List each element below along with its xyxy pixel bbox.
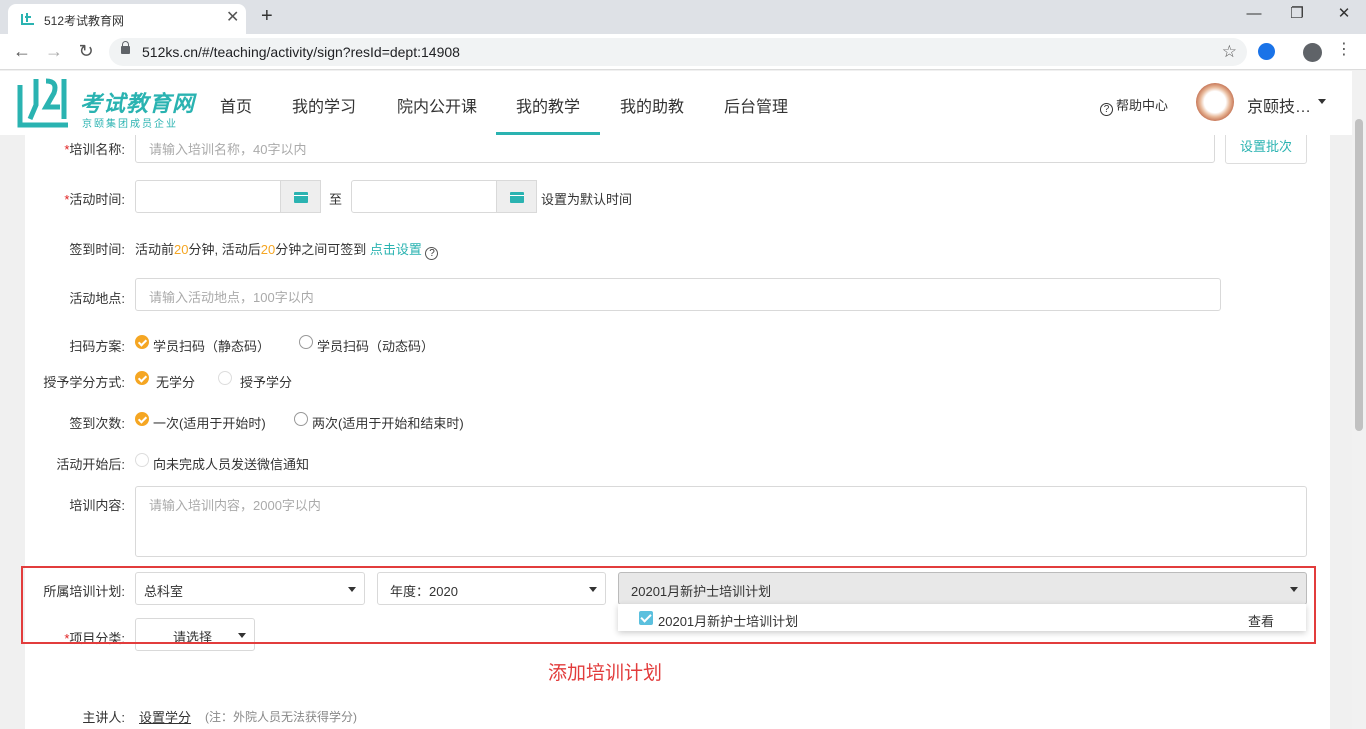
end-calendar-button[interactable] (497, 180, 537, 213)
location-label: 活动地点: (69, 291, 125, 306)
caret-down-icon (589, 587, 597, 592)
chevron-down-icon[interactable] (1318, 99, 1326, 104)
nav-admin[interactable]: 后台管理 (724, 93, 788, 117)
calendar-icon (294, 192, 308, 203)
sign-once-label: 一次(适用于开始时) (153, 416, 266, 431)
no-credit-label: 无学分 (156, 375, 196, 390)
back-icon[interactable]: ← (12, 41, 32, 61)
set-credit-link[interactable]: 设置学分 (139, 707, 191, 726)
after-start-label: 活动开始后: (56, 457, 125, 472)
nav-my-assistant[interactable]: 我的助教 (620, 93, 684, 117)
content-label: 培训内容: (69, 498, 125, 513)
page-scrollbar[interactable] (1352, 71, 1366, 729)
project-label: *项目分类: (64, 631, 125, 646)
maximize-icon[interactable]: ❐ (1287, 5, 1307, 23)
sign-twice-radio[interactable] (294, 412, 308, 426)
browser-tab-bar: 512考试教育网 ✕ + — ❐ ✕ (0, 0, 1366, 34)
tab-title: 512考试教育网 (44, 14, 125, 28)
sign-twice-label: 两次(适用于开始和结束时) (312, 416, 464, 431)
site-favicon-icon (21, 13, 34, 25)
dept-select[interactable]: 总科室 (135, 572, 365, 605)
sign-time-label: 签到时间: (69, 242, 125, 257)
scan-label: 扫码方案: (69, 339, 125, 354)
logo-icon (17, 78, 68, 128)
content-textarea[interactable]: 请输入培训内容，2000字以内 (135, 486, 1307, 557)
speaker-label: 主讲人: (82, 710, 125, 725)
scan-dynamic-label: 学员扫码（动态码） (317, 339, 435, 354)
sign-time-text: 活动前20分钟, 活动后20分钟之间可签到 点击设置 ? (135, 239, 441, 260)
plan-dropdown: 20201月新护士培训计划 查看 (618, 604, 1306, 631)
plan-label: 所属培训计划: (43, 584, 125, 599)
to-label: 至 (329, 192, 343, 207)
sign-once-radio[interactable] (135, 412, 149, 426)
activity-time-label: *活动时间: (64, 192, 125, 207)
start-calendar-button[interactable] (281, 180, 321, 213)
bookmark-star-icon[interactable]: ☆ (1222, 42, 1237, 62)
scrollbar-thumb[interactable] (1355, 119, 1363, 431)
caret-down-icon (1290, 587, 1298, 592)
start-time-input[interactable] (135, 180, 281, 213)
end-time-input[interactable] (351, 180, 497, 213)
sign-count-label: 签到次数: (69, 416, 125, 431)
help-label: 帮助中心 (1116, 98, 1169, 113)
training-name-label: *培训名称: (64, 142, 125, 157)
nav-public-course[interactable]: 院内公开课 (397, 93, 477, 117)
calendar-icon (510, 192, 524, 203)
year-select[interactable]: 年度：2020 (377, 572, 606, 605)
plan-option-checkbox[interactable] (639, 611, 653, 625)
account-icon[interactable] (1303, 43, 1322, 62)
avatar[interactable] (1196, 83, 1234, 121)
click-setting-link[interactable]: 点击设置 (370, 242, 422, 257)
logo-subtitle: 京颐集团成员企业 (82, 119, 178, 130)
wechat-notify-label: 向未完成人员发送微信通知 (153, 457, 310, 472)
plan-option-label[interactable]: 20201月新护士培训计划 (658, 611, 798, 630)
scan-static-label: 学员扫码（静态码） (153, 339, 271, 354)
extension-icon[interactable] (1258, 43, 1275, 60)
plan-select[interactable]: 20201月新护士培训计划 (618, 572, 1307, 605)
set-default-time-link[interactable]: 设置为默认时间 (541, 189, 632, 208)
grant-credit-label: 授予学分 (240, 375, 293, 390)
nav-my-teaching[interactable]: 我的教学 (516, 93, 580, 117)
wechat-notify-checkbox[interactable] (135, 453, 149, 467)
forward-icon[interactable]: → (44, 41, 64, 61)
grant-credit-radio[interactable] (218, 371, 232, 385)
credit-label: 授予学分方式: (43, 375, 125, 390)
set-batch-button[interactable]: 设置批次 (1225, 130, 1307, 164)
browser-tab[interactable]: 512考试教育网 ✕ (8, 4, 246, 34)
question-icon[interactable]: ? (425, 247, 439, 260)
help-icon: ? (1100, 103, 1113, 116)
active-nav-indicator (496, 132, 600, 135)
url-text: 512ks.cn/#/teaching/activity/sign?resId=… (142, 44, 460, 60)
logo-text: 考试教育网 (80, 91, 196, 116)
browser-menu-icon[interactable]: ⋮ (1336, 40, 1352, 60)
scan-static-radio[interactable] (135, 335, 149, 349)
project-select[interactable]: 请选择 (135, 618, 255, 651)
help-center-link[interactable]: ? 帮助中心 (1100, 95, 1168, 116)
user-name[interactable]: 京颐技… (1247, 93, 1311, 117)
no-credit-radio[interactable] (135, 371, 149, 385)
speaker-note: (注：外院人员无法获得学分) (205, 710, 357, 724)
window-close-icon[interactable]: ✕ (1334, 5, 1354, 23)
address-bar: ← → ↻ 512ks.cn/#/teaching/activity/sign?… (0, 34, 1366, 70)
location-input[interactable]: 请输入活动地点，100字以内 (135, 278, 1221, 311)
url-field[interactable]: 512ks.cn/#/teaching/activity/sign?resId=… (109, 38, 1247, 66)
scan-dynamic-radio[interactable] (299, 335, 313, 349)
annotation-label: 添加培训计划 (548, 663, 663, 684)
caret-down-icon (238, 633, 246, 638)
new-tab-icon[interactable]: + (261, 4, 273, 28)
caret-down-icon (348, 587, 356, 592)
nav-my-learning[interactable]: 我的学习 (292, 93, 356, 117)
reload-icon[interactable]: ↻ (76, 41, 96, 61)
tab-close-icon[interactable]: ✕ (226, 9, 239, 27)
minimize-icon[interactable]: — (1244, 5, 1264, 23)
lock-icon (121, 41, 130, 54)
nav-home[interactable]: 首页 (220, 93, 252, 117)
view-plan-link[interactable]: 查看 (1248, 611, 1274, 630)
site-header: 考试教育网 京颐集团成员企业 首页 我的学习 院内公开课 我的教学 我的助教 后… (0, 71, 1352, 135)
